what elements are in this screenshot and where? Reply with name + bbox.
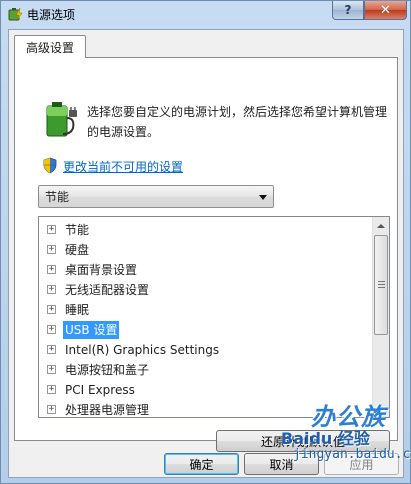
expand-icon[interactable]: + xyxy=(47,365,56,374)
settings-tree[interactable]: + 节能 + 硬盘 + 桌面背景设置 + 无线适配器设置 + 睡眠 + USB … xyxy=(38,216,390,418)
plan-description: 选择您要自定义的电源计划，然后选择您希望计算机管理的电源设置。 xyxy=(87,105,388,139)
restore-plan-defaults-button[interactable]: 还原计划默认值 xyxy=(216,430,390,452)
tree-item-label[interactable]: 桌面背景设置 xyxy=(63,261,139,279)
grip-icon xyxy=(378,281,385,288)
expand-icon[interactable]: + xyxy=(47,325,56,334)
tree-scrollbar[interactable] xyxy=(372,217,389,417)
expand-icon[interactable]: + xyxy=(47,265,56,274)
tree-item-label[interactable]: 睡眠 xyxy=(63,301,91,319)
battery-plug-icon xyxy=(46,102,77,137)
tree-item[interactable]: + 处理器电源管理 xyxy=(39,400,373,417)
tree-item-label[interactable]: USB 设置 xyxy=(63,321,120,339)
expand-icon[interactable]: + xyxy=(47,405,56,414)
expand-icon[interactable]: + xyxy=(47,385,56,394)
power-plan-dropdown[interactable]: 节能 xyxy=(38,185,274,208)
tab-advanced-settings[interactable]: 高级设置 xyxy=(14,35,86,58)
tree-item[interactable]: + 桌面背景设置 xyxy=(39,260,373,280)
tree-item[interactable]: + PCI Express xyxy=(39,380,373,400)
change-unavailable-settings-link[interactable]: 更改当前不可用的设置 xyxy=(63,158,183,175)
tree-item[interactable]: + 睡眠 xyxy=(39,300,373,320)
power-options-window: 电源选项 ? ✕ 高级设置 选择您要自定义的电源计划，然后选择您希望计算机管理的… xyxy=(0,0,411,484)
tree-item[interactable]: + 无线适配器设置 xyxy=(39,280,373,300)
arrow-up-icon xyxy=(377,223,385,228)
expand-icon[interactable]: + xyxy=(47,345,56,354)
tree-item[interactable]: + 电源按钮和盖子 xyxy=(39,360,373,380)
close-button[interactable]: ✕ xyxy=(364,1,407,20)
ok-button[interactable]: 确定 xyxy=(164,453,239,475)
help-icon: ? xyxy=(344,3,352,17)
tree-item[interactable]: + Intel(R) Graphics Settings xyxy=(39,340,373,360)
tree-item-selected[interactable]: + USB 设置 xyxy=(39,320,373,340)
tab-label: 高级设置 xyxy=(25,40,74,55)
uac-shield-icon xyxy=(43,157,57,174)
tree-item-label[interactable]: 硬盘 xyxy=(63,241,91,259)
power-options-icon xyxy=(8,7,23,22)
cancel-button[interactable]: 取消 xyxy=(244,453,319,475)
scroll-thumb[interactable] xyxy=(374,235,388,335)
tree-item[interactable]: + 节能 xyxy=(39,220,373,240)
close-icon: ✕ xyxy=(380,2,391,18)
advanced-settings-panel: 选择您要自定义的电源计划，然后选择您希望计算机管理的电源设置。 更改当前不可用的… xyxy=(14,57,398,452)
dropdown-arrow-icon[interactable] xyxy=(259,195,267,200)
tree-item-label[interactable]: PCI Express xyxy=(63,381,137,399)
title-bar[interactable]: 电源选项 ? ✕ xyxy=(1,1,410,29)
arrow-down-icon xyxy=(377,406,385,411)
expand-icon[interactable]: + xyxy=(47,305,56,314)
apply-button[interactable]: 应用 xyxy=(324,453,399,475)
tree-item-label[interactable]: Intel(R) Graphics Settings xyxy=(63,341,221,359)
tree-item-label[interactable]: 电源按钮和盖子 xyxy=(63,361,151,379)
tree-item[interactable]: + 硬盘 xyxy=(39,240,373,260)
expand-icon[interactable]: + xyxy=(47,225,56,234)
tree-item-label[interactable]: 无线适配器设置 xyxy=(63,281,151,299)
expand-icon[interactable]: + xyxy=(47,245,56,254)
expand-icon[interactable]: + xyxy=(47,285,56,294)
selected-plan: 节能 xyxy=(45,190,70,204)
tree-item-label[interactable]: 处理器电源管理 xyxy=(63,401,151,417)
scroll-down-button[interactable] xyxy=(373,400,389,417)
scroll-up-button[interactable] xyxy=(373,217,389,234)
help-button[interactable]: ? xyxy=(332,1,364,20)
dialog-client-area: 高级设置 选择您要自定义的电源计划，然后选择您希望计算机管理的电源设置。 更改当… xyxy=(8,29,404,478)
tree-item-label[interactable]: 节能 xyxy=(63,221,91,239)
window-title: 电源选项 xyxy=(27,8,76,22)
